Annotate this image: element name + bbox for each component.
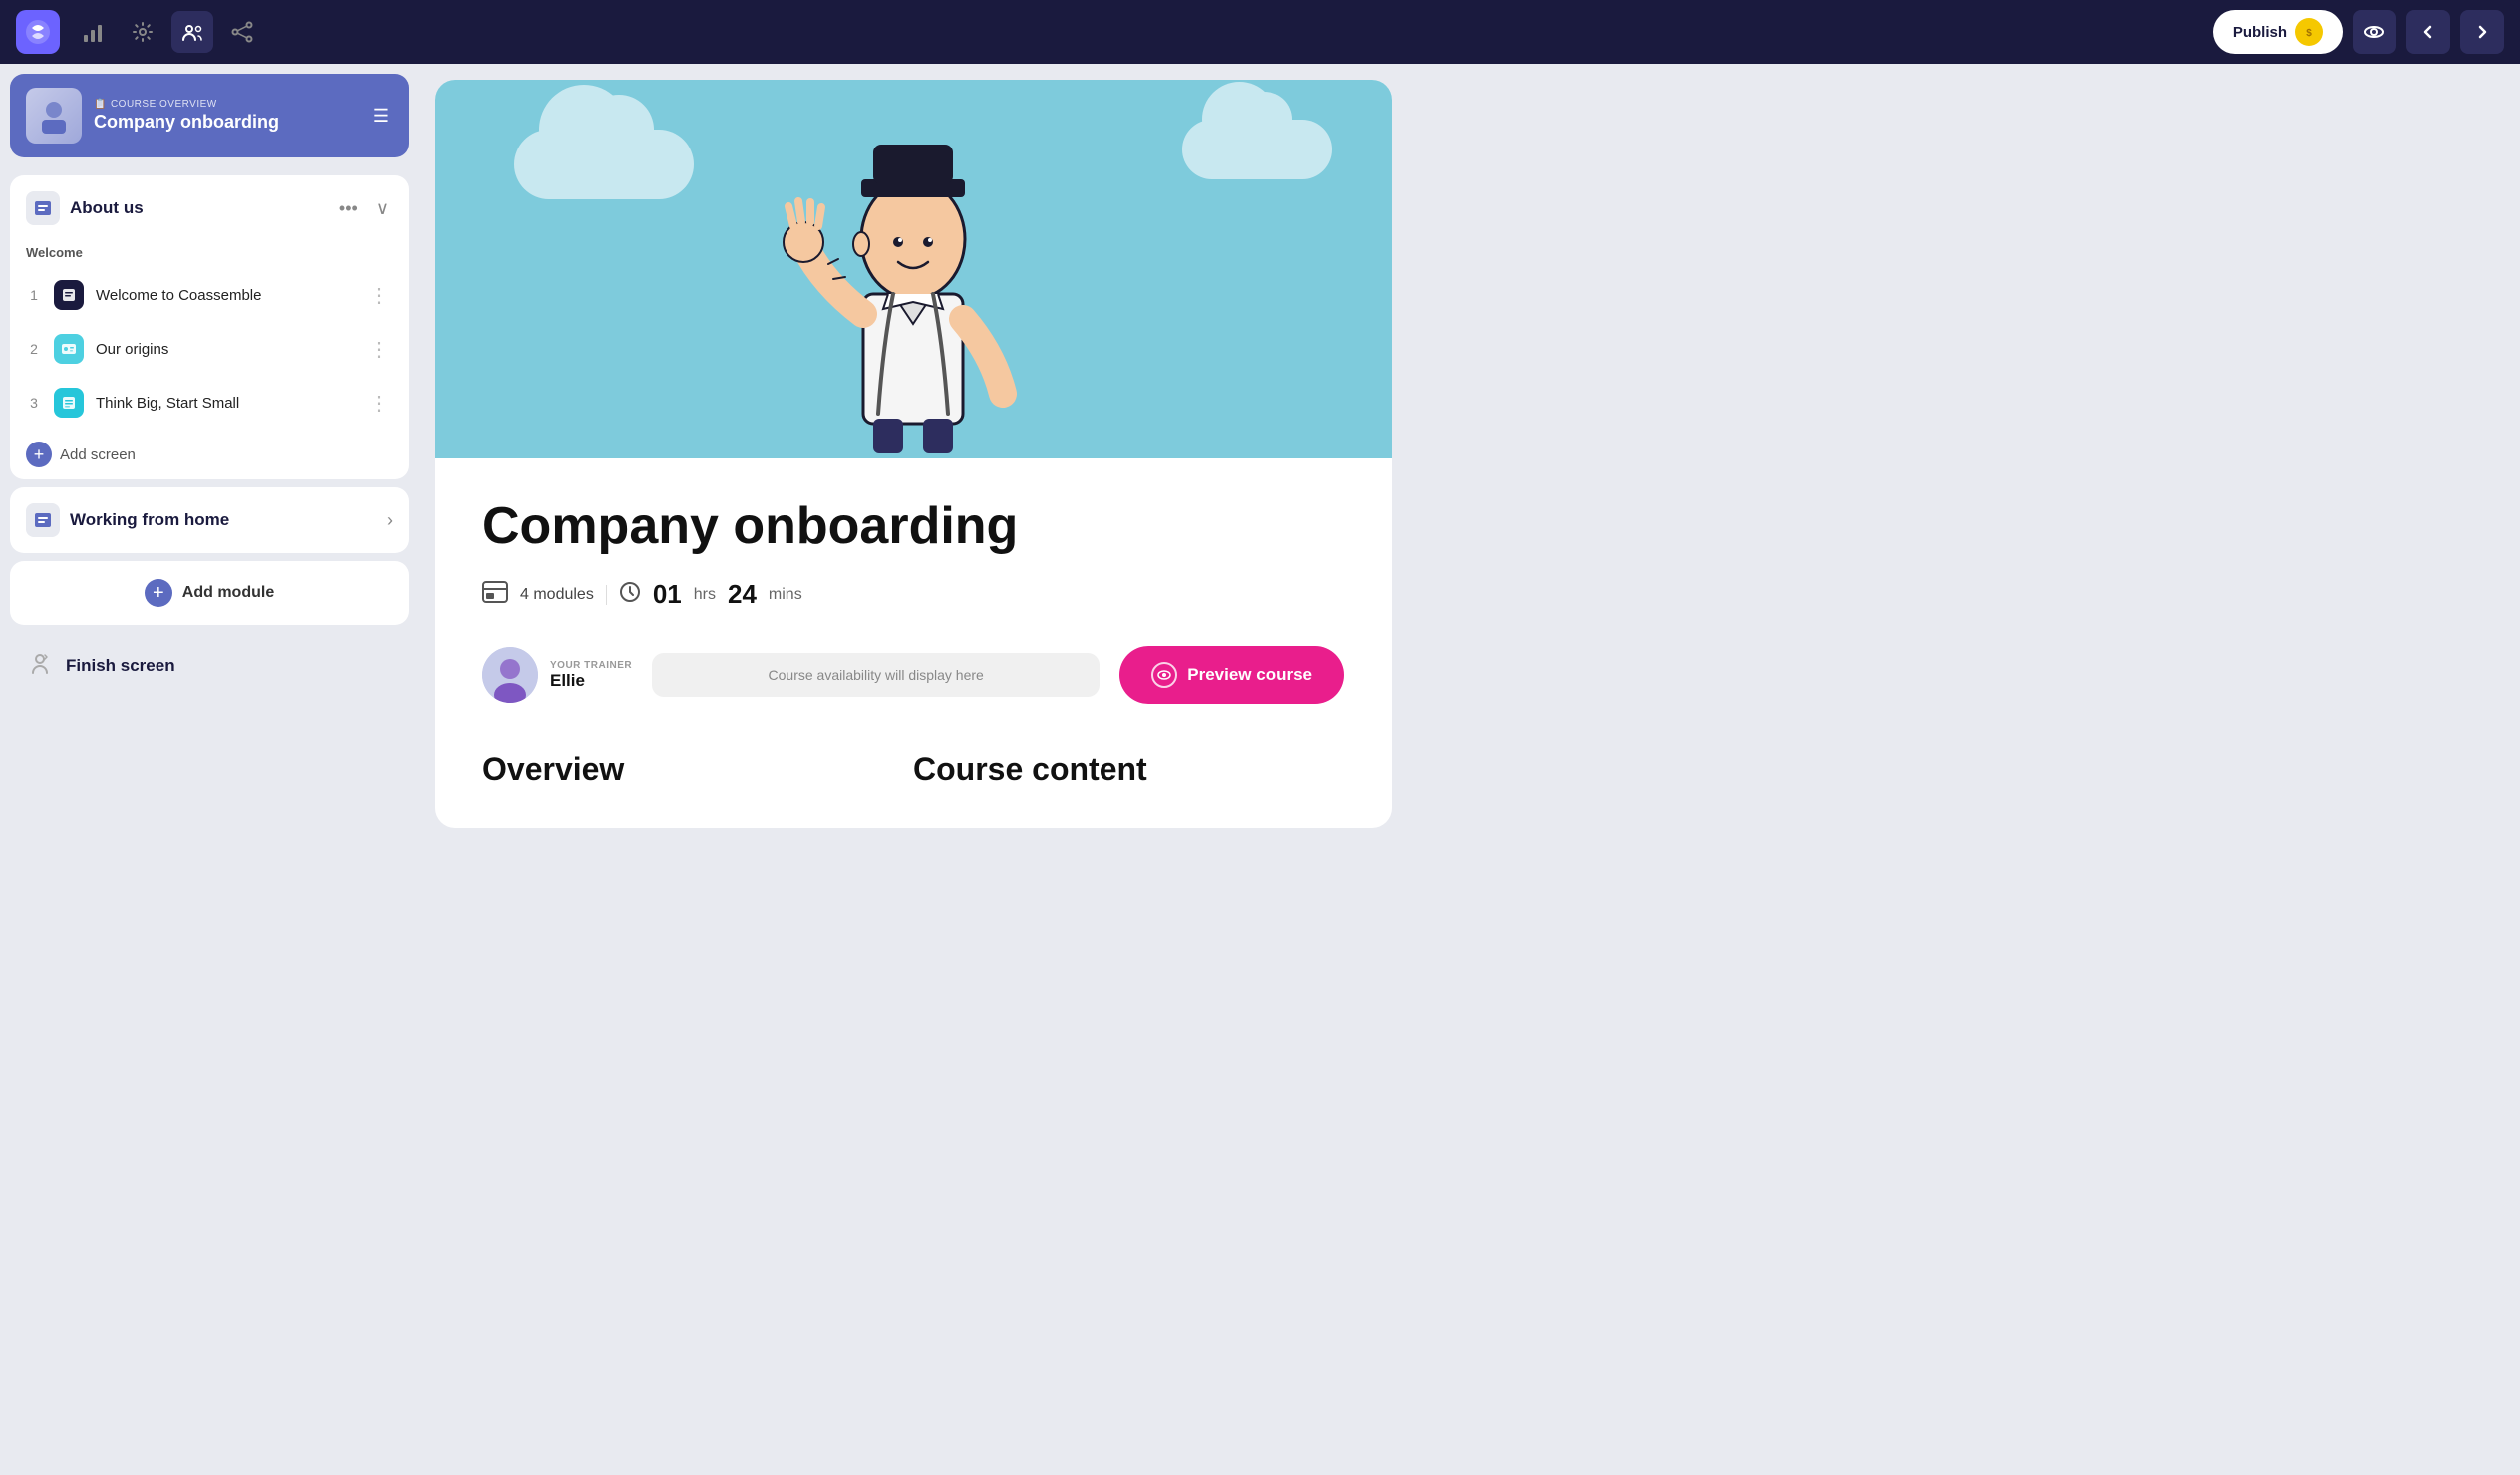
main-layout: 📋 COURSE OVERVIEW Company onboarding ☰	[0, 64, 2520, 1475]
module-about-us-header: About us ••• ∨	[10, 175, 409, 241]
course-footer: YOUR TRAINER Ellie Course availability w…	[482, 646, 1344, 704]
trainer-label: YOUR TRAINER	[550, 660, 632, 671]
hero-banner	[435, 80, 1392, 458]
trainer-info: YOUR TRAINER Ellie	[550, 660, 632, 691]
chevron-right-icon: ›	[387, 510, 393, 531]
module-about-us-icon	[26, 191, 60, 225]
preview-eye-icon	[1151, 662, 1177, 688]
hours-value: 01	[653, 579, 682, 610]
top-bar-left	[16, 10, 263, 54]
finish-screen-icon	[26, 649, 54, 683]
preview-toggle-button[interactable]	[2353, 10, 2396, 54]
nav-back-button[interactable]	[2406, 10, 2450, 54]
analytics-icon[interactable]	[72, 11, 114, 53]
lesson-3-more-button[interactable]: ⋮	[365, 389, 393, 418]
module-wfh-title: Working from home	[70, 510, 377, 530]
finish-screen-item[interactable]: Finish screen	[10, 633, 409, 699]
top-bar-icons	[72, 11, 263, 53]
course-content-heading: Course content	[913, 743, 1344, 788]
lesson-1-num: 1	[26, 287, 42, 303]
course-overview-card[interactable]: 📋 COURSE OVERVIEW Company onboarding ☰	[10, 74, 409, 157]
lesson-3-icon	[54, 388, 84, 418]
trainer-avatar	[482, 647, 538, 703]
add-module-label: Add module	[182, 584, 274, 602]
top-bar: Publish $	[0, 0, 2520, 64]
hours-label: hrs	[694, 586, 716, 604]
meta-divider-1	[606, 585, 607, 605]
svg-text:$: $	[2306, 28, 2312, 39]
course-overview-menu-button[interactable]: ☰	[369, 102, 393, 131]
top-bar-right: Publish $	[2213, 10, 2504, 54]
lesson-1-icon	[54, 280, 84, 310]
course-preview: Company onboarding 4 modules	[435, 80, 1392, 828]
course-overview-label: 📋 COURSE OVERVIEW	[94, 99, 357, 110]
add-screen-button[interactable]: + Add screen	[10, 430, 409, 479]
preview-course-label: Preview course	[1187, 665, 1312, 685]
lesson-2-name: Our origins	[96, 341, 353, 358]
module-working-from-home[interactable]: Working from home ›	[10, 487, 409, 553]
add-screen-icon: +	[26, 442, 52, 467]
course-overview-title: Company onboarding	[94, 112, 357, 133]
section-welcome-label: Welcome	[10, 241, 409, 268]
module-about-us-title: About us	[70, 198, 325, 218]
logo-button[interactable]	[16, 10, 60, 54]
publish-label: Publish	[2233, 24, 2287, 41]
mins-label: mins	[769, 586, 802, 604]
lesson-3-name: Think Big, Start Small	[96, 395, 353, 412]
course-thumb-image	[26, 88, 82, 144]
course-meta: 4 modules 01 hrs 24 mins	[482, 579, 1344, 610]
sidebar-content: About us ••• ∨ Welcome 1	[0, 167, 419, 707]
module-about-us: About us ••• ∨ Welcome 1	[10, 175, 409, 479]
sidebar: 📋 COURSE OVERVIEW Company onboarding ☰	[0, 64, 419, 1475]
modules-count: 4 modules	[520, 586, 594, 604]
team-icon[interactable]	[171, 11, 213, 53]
settings-icon[interactable]	[122, 11, 163, 53]
lesson-1[interactable]: 1 Welcome to Coassemble ⋮	[10, 268, 409, 322]
course-thumbnail	[26, 88, 82, 144]
lesson-2-num: 2	[26, 341, 42, 357]
main-content: Company onboarding 4 modules	[419, 64, 2520, 1475]
nav-forward-button[interactable]	[2460, 10, 2504, 54]
course-info: Company onboarding 4 modules	[435, 458, 1392, 743]
add-module-icon: +	[145, 579, 172, 607]
trainer-name: Ellie	[550, 671, 632, 691]
character-illustration	[754, 95, 1073, 458]
add-module-button[interactable]: + Add module	[10, 561, 409, 625]
module-about-us-expand-button[interactable]: ∨	[372, 194, 393, 223]
cloud-right	[1182, 120, 1332, 179]
finish-screen-label: Finish screen	[66, 656, 175, 676]
lesson-3-num: 3	[26, 395, 42, 411]
overview-heading: Overview	[482, 743, 913, 788]
lesson-2-more-button[interactable]: ⋮	[365, 335, 393, 364]
lesson-2[interactable]: 2 Our origins ⋮	[10, 322, 409, 376]
mins-value: 24	[728, 579, 757, 610]
lesson-3[interactable]: 3 Think Big, Start Small ⋮	[10, 376, 409, 430]
publish-button[interactable]: Publish $	[2213, 10, 2343, 54]
add-screen-label: Add screen	[60, 446, 136, 463]
lesson-2-icon	[54, 334, 84, 364]
trainer-section: YOUR TRAINER Ellie	[482, 647, 632, 703]
availability-badge: Course availability will display here	[652, 653, 1100, 697]
module-wfh-icon	[26, 503, 60, 537]
share-icon[interactable]	[221, 11, 263, 53]
modules-icon	[482, 581, 508, 609]
course-title: Company onboarding	[482, 498, 1344, 555]
course-sections: Overview Course content	[435, 743, 1392, 828]
lesson-1-more-button[interactable]: ⋮	[365, 281, 393, 310]
lesson-1-name: Welcome to Coassemble	[96, 287, 353, 304]
course-overview-info: 📋 COURSE OVERVIEW Company onboarding	[94, 99, 357, 133]
cloud-left	[514, 130, 694, 199]
module-about-us-menu-button[interactable]: •••	[335, 194, 362, 223]
clock-icon	[619, 581, 641, 609]
publish-coin-icon: $	[2295, 18, 2323, 46]
preview-course-button[interactable]: Preview course	[1119, 646, 1344, 704]
